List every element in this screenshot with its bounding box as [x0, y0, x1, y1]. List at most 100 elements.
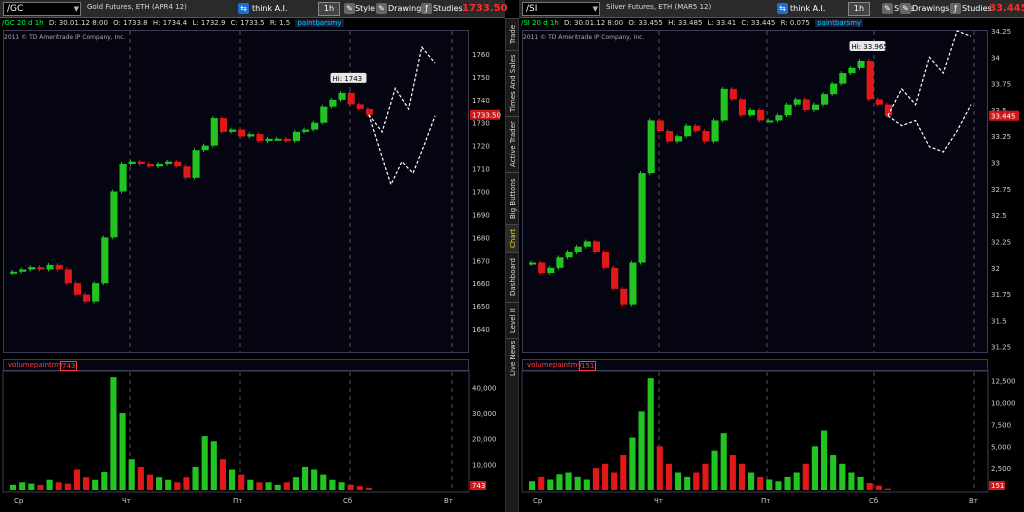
- volume-bar: [857, 476, 864, 490]
- candle: [110, 191, 118, 238]
- volume-bar: [338, 482, 345, 490]
- volume-bar: [884, 488, 891, 490]
- volume-panel-frame: [2, 370, 470, 493]
- candle: [219, 118, 227, 132]
- y-tick-label: 1730: [472, 120, 490, 128]
- y-tick-label: 1650: [472, 303, 490, 311]
- candle: [592, 241, 600, 253]
- volume-tick-label: 10,000: [991, 400, 1016, 408]
- volume-bar: [711, 450, 718, 490]
- candle: [665, 130, 673, 142]
- volume-bar: [684, 476, 691, 490]
- gold-chart-svg[interactable]: 1640 1650 1660 1670 1680 1690 1700 1710 1720 1730…: [0, 0, 505, 512]
- volume-bar: [848, 472, 855, 490]
- y-tick-label: 1750: [472, 74, 490, 82]
- volume-bar: [592, 468, 599, 490]
- volume-bar: [620, 455, 627, 490]
- candle: [784, 104, 792, 116]
- volume-study-label: volumepaintmy: [527, 361, 582, 369]
- volume-bar: [311, 469, 318, 490]
- y-tick-label: 34.25: [991, 28, 1011, 36]
- last-price-marker-label: 1733.50: [472, 112, 501, 120]
- y-tick-label: 1640: [472, 326, 490, 334]
- projection-line: [887, 30, 972, 116]
- volume-bar: [529, 481, 536, 490]
- candle: [201, 145, 209, 151]
- y-tick-label: 34: [991, 54, 1000, 62]
- volume-bar: [46, 479, 53, 490]
- projection-line: [368, 45, 436, 134]
- tab-active-trader[interactable]: Active Trader: [506, 116, 520, 172]
- candle: [247, 134, 255, 137]
- tab-live-news[interactable]: Live News: [506, 338, 520, 378]
- tab-chart[interactable]: Chart: [506, 224, 520, 252]
- candle: [565, 252, 573, 258]
- tab-level-ii[interactable]: Level II: [506, 302, 520, 338]
- volume-bar: [274, 484, 281, 490]
- x-axis-label: Вт: [444, 497, 453, 505]
- x-axis-label: Чт: [654, 497, 663, 505]
- candle: [292, 131, 300, 142]
- volume-bar: [320, 474, 327, 490]
- volume-bar: [101, 472, 108, 490]
- x-axis-label: Пт: [233, 497, 243, 505]
- candle: [748, 109, 756, 116]
- volume-study-header: volumepaintmy 151: [522, 359, 988, 371]
- silver-chart-panel: /SI ▼ Silver Futures, ETH (MAR5 12) ⇆ thi…: [519, 0, 1024, 512]
- candle: [757, 109, 765, 121]
- tab-times-and-sales[interactable]: Times And Sales: [506, 50, 520, 116]
- volume-badge: 743: [472, 482, 485, 490]
- y-tick-label: 1710: [472, 166, 490, 174]
- candle: [210, 118, 218, 146]
- volume-bar: [146, 474, 153, 490]
- volume-bar: [748, 472, 755, 490]
- candle: [738, 99, 746, 116]
- volume-bar: [839, 463, 846, 490]
- volume-bar: [720, 433, 727, 490]
- y-tick-label: 1670: [472, 257, 490, 265]
- y-tick-label: 31.75: [991, 291, 1011, 299]
- y-tick-label: 33.75: [991, 81, 1011, 89]
- candle: [92, 283, 100, 302]
- y-tick-label: 1660: [472, 280, 490, 288]
- candle: [875, 99, 883, 105]
- candle: [320, 106, 328, 123]
- silver-chart-svg[interactable]: 31.25 31.5 31.75 32 32.25 32.5 32.75 33 33.25 33.…: [519, 0, 1024, 512]
- volume-tick-label: 40,000: [472, 384, 497, 392]
- y-tick-label: 32.5: [991, 212, 1007, 220]
- candle: [19, 269, 27, 272]
- volume-bar: [602, 463, 609, 490]
- tab-dashboard[interactable]: Dashboard: [506, 252, 520, 302]
- candle: [265, 138, 273, 142]
- volume-bar: [738, 463, 745, 490]
- y-tick-label: 1690: [472, 211, 490, 219]
- candle: [574, 246, 582, 253]
- volume-bar: [265, 482, 272, 490]
- candle: [192, 150, 200, 178]
- volume-bar: [329, 479, 336, 490]
- volume-bar: [729, 455, 736, 490]
- volume-tick-label: 2,500: [991, 465, 1011, 473]
- tab-big-buttons[interactable]: Big Buttons: [506, 172, 520, 224]
- volume-bar: [574, 476, 581, 490]
- volume-bar: [775, 481, 782, 490]
- candle: [602, 252, 610, 268]
- volume-tick-label: 30,000: [472, 410, 497, 418]
- volume-bar: [647, 378, 654, 490]
- volume-bar: [19, 482, 26, 490]
- volume-bar: [156, 477, 163, 490]
- tab-trade[interactable]: Trade: [506, 18, 520, 50]
- volume-bar: [174, 482, 181, 490]
- candle: [55, 264, 63, 270]
- volume-bar: [365, 488, 372, 490]
- volume-bar: [821, 430, 828, 490]
- volume-bar: [92, 479, 99, 490]
- volume-panel-frame: [521, 370, 989, 493]
- volume-bar: [183, 477, 190, 490]
- volume-bar: [302, 466, 309, 490]
- volume-bar: [292, 477, 299, 490]
- candle: [583, 241, 591, 247]
- candle: [137, 161, 145, 164]
- volume-bar: [356, 486, 363, 490]
- candle: [711, 120, 719, 142]
